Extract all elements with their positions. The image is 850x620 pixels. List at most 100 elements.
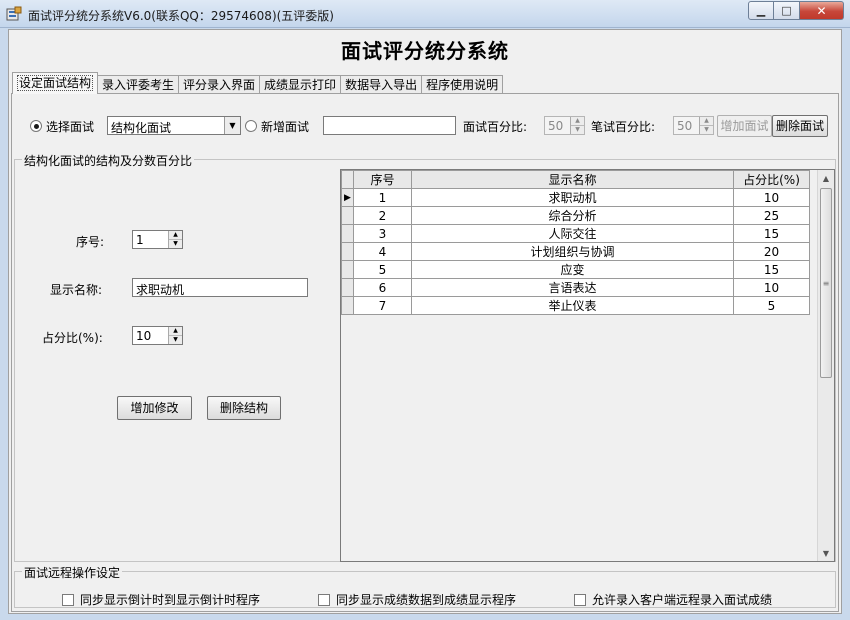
maximize-button[interactable]: □ [774,1,800,20]
cell-name: 求职动机 [411,188,734,207]
cell-pct: 5 [733,296,810,315]
minimize-icon: ▁ [756,4,766,17]
row-indicator [341,278,354,297]
add-interview-button[interactable]: 增加面试 [717,115,772,137]
remote-groupbox: 面试远程操作设定 同步显示倒计时到显示倒计时程序 同步显示成绩数据到成绩显示程序… [14,564,836,608]
cell-pct: 25 [733,206,810,225]
grip-icon: ≡ [822,278,830,288]
table-header-row: 序号 显示名称 占分比(%) [341,170,810,189]
display-name-label: 显示名称: [50,283,103,297]
seq-stepper[interactable]: 1 ▲ ▼ [132,230,183,249]
chevron-down-icon: ▼ [224,117,240,134]
cell-seq: 7 [353,296,412,315]
pct-label: 占分比(%): [42,331,103,345]
maximize-icon: □ [781,4,792,17]
spin-down-icon: ▼ [700,125,713,133]
spin-up-icon: ▲ [575,117,580,124]
row-indicator [341,206,354,225]
spin-down-icon: ▼ [169,239,182,247]
checkbox-box [318,593,330,606]
minimize-button[interactable]: ▁ [748,1,774,20]
new-interview-input[interactable] [323,116,456,135]
cell-name: 计划组织与协调 [411,242,734,261]
new-interview-radio[interactable]: 新增面试 [245,116,309,136]
tab-strip: 设定面试结构 录入评委考生 评分录入界面 成绩显示打印 数据导入导出 程序使用说… [12,72,504,94]
allow-remote-entry-checkbox[interactable]: 允许录入客户端远程录入面试成绩 [574,591,772,608]
cell-seq: 4 [353,242,412,261]
table-row[interactable]: ▶ 1 求职动机 10 [341,188,810,207]
row-indicator [341,296,354,315]
cell-pct: 10 [733,278,810,297]
scroll-down-icon[interactable]: ▼ [818,545,834,561]
cell-name: 应变 [411,260,734,279]
written-pct-label: 笔试百分比: [591,119,656,134]
cell-seq: 2 [353,206,412,225]
cell-seq: 3 [353,224,412,243]
cell-seq: 6 [353,278,412,297]
row-indicator-header [341,170,354,189]
table-row[interactable]: 7 举止仪表 5 [341,296,810,315]
tab-judges-candidates[interactable]: 录入评委考生 [97,75,180,94]
structure-group-title: 结构化面试的结构及分数百分比 [22,152,195,169]
cell-pct: 15 [733,260,810,279]
cell-name: 综合分析 [411,206,734,225]
pct-stepper[interactable]: 10 ▲ ▼ [132,326,183,345]
radio-select-on [30,120,42,132]
cell-name: 言语表达 [411,278,734,297]
tab-structure[interactable]: 设定面试结构 [12,72,99,94]
close-icon: ✕ [816,3,827,18]
window-titlebar[interactable]: 面试评分统分系统V6.0(联系QQ：29574608)(五评委版) ▁ □ ✕ [0,0,850,28]
window-client: 面试评分统分系统 设定面试结构 录入评委考生 评分录入界面 成绩显示打印 数据导… [8,29,842,614]
tab-score-entry[interactable]: 评分录入界面 [178,75,261,94]
interview-select[interactable]: 结构化面试 ▼ [107,116,241,135]
tab-page-structure: 选择面试 结构化面试 ▼ 新增面试 面试百分比: 50 ▲ ▼ 笔试百分比: 50… [11,93,839,612]
select-interview-radio[interactable]: 选择面试 [30,116,94,136]
cell-name: 举止仪表 [411,296,734,315]
tab-import-export[interactable]: 数据导入导出 [340,75,423,94]
current-row-icon: ▶ [341,188,354,207]
cell-seq: 1 [353,188,412,207]
table-row[interactable]: 4 计划组织与协调 20 [341,242,810,261]
cell-pct: 20 [733,242,810,261]
tab-results-print[interactable]: 成绩显示打印 [259,75,342,94]
remote-group-title: 面试远程操作设定 [22,564,123,581]
sync-results-checkbox[interactable]: 同步显示成绩数据到成绩显示程序 [318,591,516,608]
col-seq-header: 序号 [353,170,412,189]
close-button[interactable]: ✕ [800,1,844,20]
cell-name: 人际交往 [411,224,734,243]
table-row[interactable]: 2 综合分析 25 [341,206,810,225]
cell-pct: 15 [733,224,810,243]
display-name-input[interactable]: 求职动机 [132,278,308,297]
row-indicator [341,242,354,261]
save-structure-button[interactable]: 增加修改 [117,396,192,420]
table-row[interactable]: 3 人际交往 15 [341,224,810,243]
app-icon [6,6,22,21]
written-pct-stepper[interactable]: 50 ▲ ▼ [673,116,714,135]
structure-grid[interactable]: 序号 显示名称 占分比(%) ▶ 1 求职动机 10 2 综合分析 25 3 人… [340,169,835,562]
col-name-header: 显示名称 [411,170,734,189]
table-row[interactable]: 5 应变 15 [341,260,810,279]
col-pct-header: 占分比(%) [733,170,810,189]
interview-pct-stepper[interactable]: 50 ▲ ▼ [544,116,585,135]
scroll-up-icon[interactable]: ▲ [818,170,834,186]
seq-label: 序号: [76,235,105,249]
scroll-thumb[interactable]: ≡ [820,188,832,378]
spin-up-icon: ▲ [704,117,709,124]
delete-interview-button[interactable]: 删除面试 [772,115,828,137]
spin-up-icon: ▲ [173,327,178,334]
grid-vertical-scrollbar[interactable]: ▲ ≡ ▼ [817,170,834,561]
row-indicator [341,260,354,279]
interview-pct-label: 面试百分比: [463,119,528,134]
sync-countdown-checkbox[interactable]: 同步显示倒计时到显示倒计时程序 [62,591,260,608]
table-row[interactable]: 6 言语表达 10 [341,278,810,297]
window-title: 面试评分统分系统V6.0(联系QQ：29574608)(五评委版) [28,9,334,23]
delete-structure-button[interactable]: 删除结构 [207,396,281,420]
checkbox-box [574,593,586,606]
tab-help[interactable]: 程序使用说明 [421,75,504,94]
radio-new-off [245,120,257,132]
spin-down-icon: ▼ [571,125,584,133]
checkbox-box [62,593,74,606]
spin-down-icon: ▼ [169,335,182,343]
app-title: 面试评分统分系统 [341,39,509,63]
spin-up-icon: ▲ [173,231,178,238]
